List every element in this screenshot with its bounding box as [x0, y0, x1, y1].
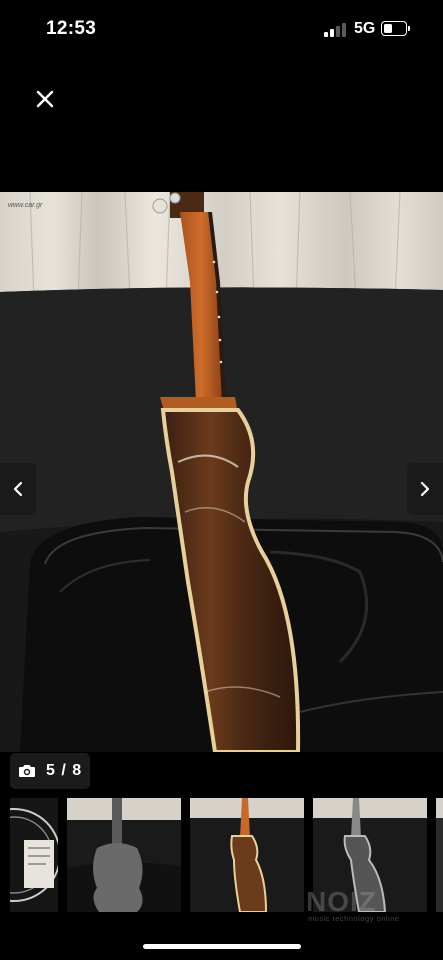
close-button[interactable] [30, 84, 60, 114]
camera-icon [19, 765, 35, 777]
thumbnail-2[interactable] [67, 798, 181, 912]
photo-counter-text: 5 / 8 [46, 762, 83, 779]
battery-icon [381, 21, 410, 36]
chevron-right-icon [420, 481, 430, 497]
photo-watermark: www.car.gr [8, 202, 43, 209]
thumbnail-3-active[interactable] [190, 798, 304, 912]
next-photo-button[interactable] [407, 463, 443, 515]
thumbnail-1[interactable] [10, 798, 58, 912]
status-time: 12:53 [46, 18, 97, 39]
photo-counter: 5 / 8 [10, 753, 90, 789]
site-watermark: NOIZ music technology online [306, 886, 436, 926]
status-bar: 12:53 5G [0, 0, 443, 60]
close-icon [36, 90, 54, 108]
home-indicator[interactable] [143, 944, 301, 949]
thumbnail-5[interactable] [436, 798, 443, 912]
network-type: 5G [354, 20, 376, 37]
chevron-left-icon [13, 481, 23, 497]
previous-photo-button[interactable] [0, 463, 36, 515]
watermark-tagline: music technology online [308, 914, 400, 923]
signal-bars-icon [324, 22, 346, 37]
main-photo[interactable]: www.car.gr [0, 192, 443, 752]
